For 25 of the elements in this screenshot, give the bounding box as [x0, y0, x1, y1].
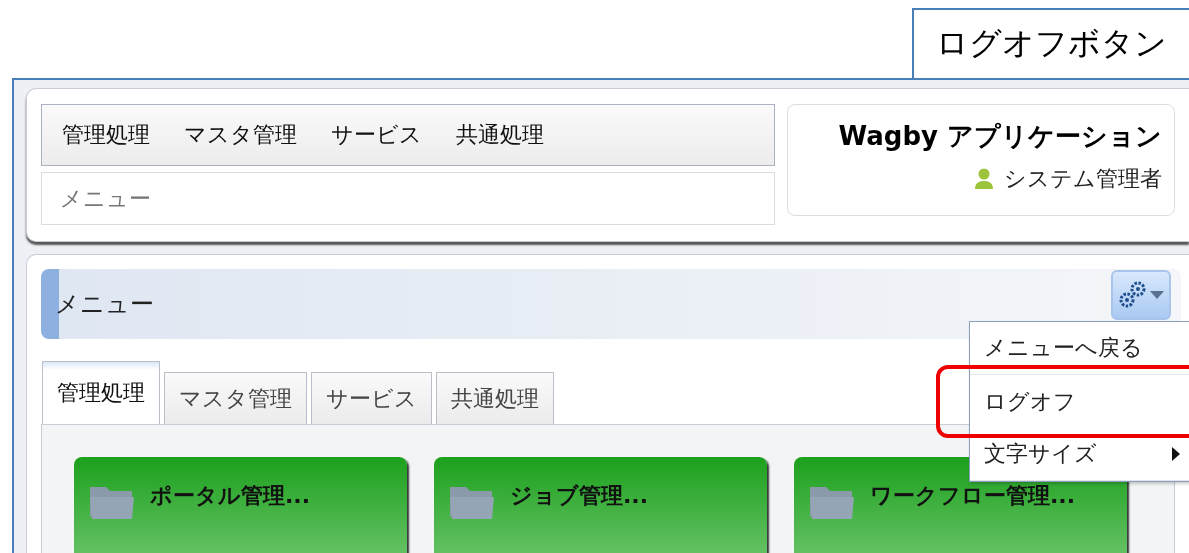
tab[interactable]: 共通処理	[436, 372, 554, 424]
card-title: ポータル管理...	[150, 482, 311, 510]
menu-bar-item[interactable]: 管理処理	[62, 120, 150, 150]
tab[interactable]: サービス	[311, 372, 432, 424]
menu-card[interactable]: ジョブ管理...	[434, 457, 767, 553]
gears-icon	[1118, 280, 1148, 310]
card-title: ワークフロー管理...	[870, 482, 1076, 510]
menu-item[interactable]: 文字サイズ	[970, 428, 1189, 481]
panel-title: メニュー	[55, 289, 154, 320]
menu-bar-item[interactable]: 共通処理	[456, 120, 544, 150]
caret-icon	[1150, 291, 1164, 299]
breadcrumb: メニュー	[60, 184, 151, 213]
menu-bar-item[interactable]: マスタ管理	[184, 120, 297, 150]
tab[interactable]: マスタ管理	[164, 372, 307, 424]
app-title: Wagby アプリケーション	[838, 120, 1162, 153]
settings-button[interactable]	[1111, 270, 1171, 320]
submenu-arrow-icon	[1172, 447, 1180, 461]
tab[interactable]: 管理処理	[42, 361, 160, 424]
menu-card[interactable]: ポータル管理...	[74, 457, 407, 553]
menu-item[interactable]: メニューへ戻る	[970, 322, 1189, 375]
card-title: ジョブ管理...	[510, 482, 649, 510]
menu-bar-item[interactable]: サービス	[331, 120, 422, 150]
callout-label: ログオフボタン	[912, 8, 1189, 78]
user-icon	[974, 168, 994, 190]
user-name: システム管理者	[1004, 165, 1162, 193]
